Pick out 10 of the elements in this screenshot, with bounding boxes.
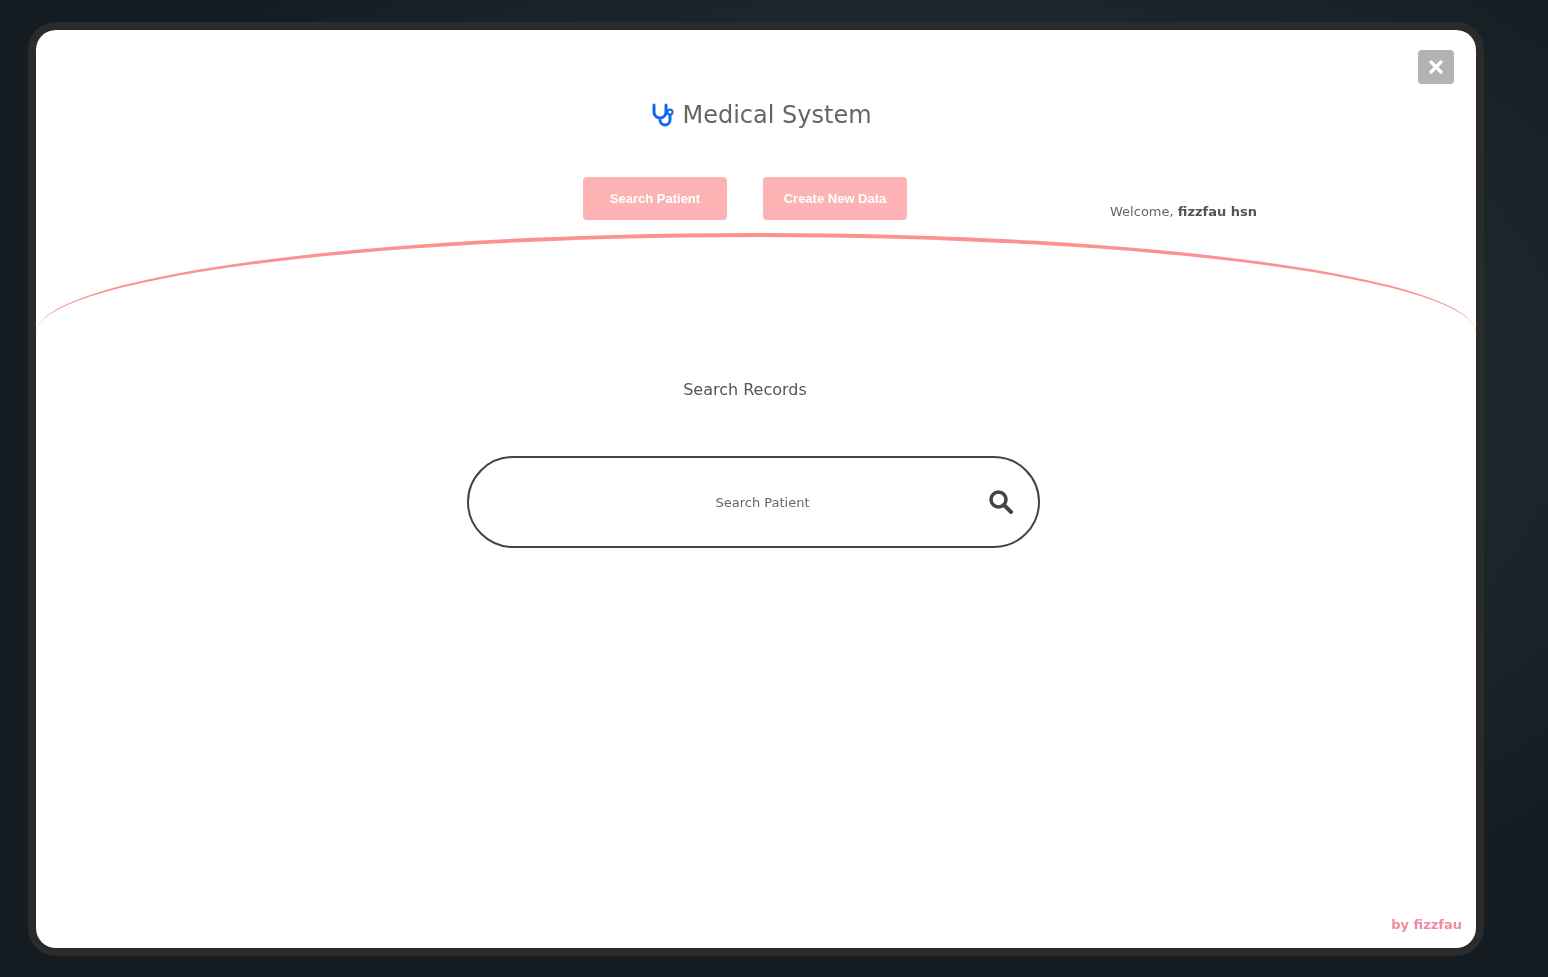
close-button[interactable] (1418, 50, 1454, 84)
search-field[interactable]: Search Patient (499, 493, 988, 511)
welcome-text: Welcome, fizzfau hsn (1110, 204, 1257, 219)
app-title: Medical System (682, 101, 872, 129)
section-heading: Search Records (682, 380, 808, 399)
search-icon (988, 489, 1014, 515)
nav-button[interactable]: Search Patient (583, 177, 727, 220)
close-icon (1429, 60, 1443, 74)
credit-text: by fizzfau (1391, 917, 1462, 932)
nav-button[interactable]: Create New Data (763, 177, 907, 220)
